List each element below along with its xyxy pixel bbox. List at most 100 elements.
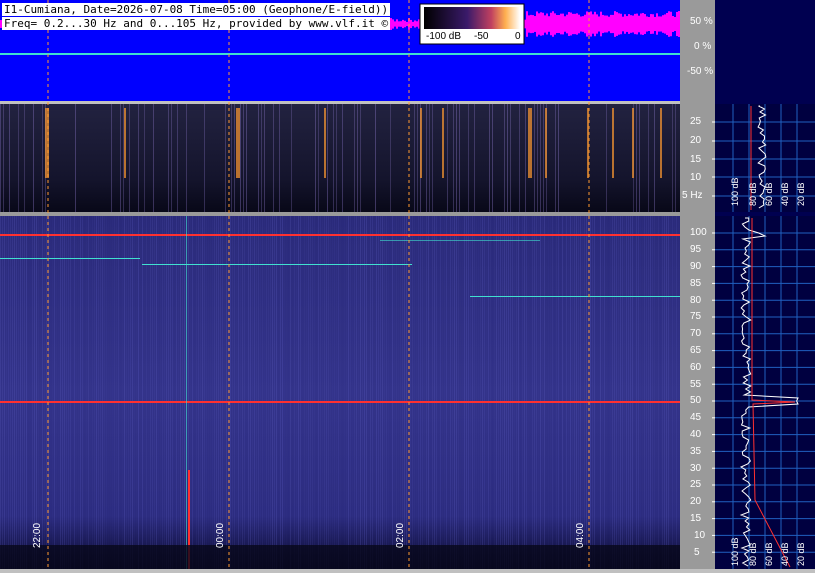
bottom-spectral-streak bbox=[342, 216, 343, 569]
noise-trace bbox=[608, 16, 610, 32]
bottom-spectral-streak bbox=[366, 216, 367, 569]
bottom-spectral-streak bbox=[214, 216, 215, 569]
bottom-spectral-streak bbox=[270, 216, 271, 569]
bottom-spectral-streak bbox=[604, 216, 605, 569]
mid-spectral-streak bbox=[153, 104, 154, 212]
mid-burst bbox=[420, 108, 422, 178]
bottom-spectral-streak bbox=[232, 216, 233, 569]
bottom-spectral-streak bbox=[456, 216, 457, 569]
noise-trace bbox=[654, 16, 656, 32]
bottom-spectral-streak bbox=[386, 216, 387, 569]
top-axis-label: 50 % bbox=[690, 16, 713, 27]
bottom-spectral-streak bbox=[446, 216, 447, 569]
bottom-spectral-streak bbox=[20, 216, 21, 569]
bottom-spectral-streak bbox=[428, 216, 429, 569]
mid-spectral-streak bbox=[138, 104, 139, 212]
bottom-spectral-streak bbox=[508, 216, 509, 569]
noise-trace bbox=[614, 11, 616, 37]
bottom-spectral-streak bbox=[476, 216, 477, 569]
bottom-spectral-streak bbox=[648, 216, 649, 569]
bottom-spectral-streak bbox=[276, 216, 277, 569]
bottom-spectral-streak bbox=[176, 216, 177, 569]
noise-trace bbox=[594, 11, 596, 37]
time-label: 22:00 bbox=[32, 522, 43, 548]
noise-trace bbox=[578, 14, 580, 34]
bottom-spectral-streak bbox=[94, 216, 95, 569]
bottom-spectral-streak bbox=[322, 216, 323, 569]
noise-trace bbox=[404, 20, 406, 28]
bottom-spectral-streak bbox=[546, 216, 547, 569]
mid-spectral-streak bbox=[273, 104, 274, 212]
mid-spectral-streak bbox=[417, 104, 418, 212]
bottom-spectral-streak bbox=[556, 216, 557, 569]
bottom-spectral-streak bbox=[308, 216, 309, 569]
bottom-spectral-streak bbox=[92, 216, 93, 569]
mid-spectral-streak bbox=[654, 104, 655, 212]
mid-spectral-streak bbox=[447, 104, 448, 212]
bottom-spectral-streak bbox=[668, 216, 669, 569]
station-header-line: I1-Cumiana, Date=2026-07-08 Time=05:00 (… bbox=[2, 3, 391, 16]
noise-trace bbox=[394, 21, 396, 27]
bottom-spectral-streak bbox=[336, 216, 337, 569]
bottom-spectral-streak bbox=[376, 216, 377, 569]
bottom-spectral-streak bbox=[416, 216, 417, 569]
noise-trace bbox=[602, 14, 604, 34]
bottom-spectral-streak bbox=[608, 216, 609, 569]
bottom-spectral-streak bbox=[676, 216, 677, 569]
mid-burst bbox=[660, 108, 662, 178]
noise-trace bbox=[598, 16, 600, 32]
bottom-spectral-streak bbox=[558, 216, 559, 569]
bottom-spectral-streak bbox=[284, 216, 285, 569]
bottom-axis-label: 40 bbox=[690, 429, 702, 440]
noise-trace bbox=[612, 14, 614, 34]
bottom-spectral-streak bbox=[582, 216, 583, 569]
bottom-spectral-streak bbox=[532, 216, 533, 569]
bottom-spectral-streak bbox=[172, 216, 173, 569]
noise-trace bbox=[622, 16, 624, 32]
bottom-spectral-streak bbox=[82, 216, 83, 569]
bottom-spectral-streak bbox=[300, 216, 301, 569]
bottom-spectral-streak bbox=[76, 216, 77, 569]
mid-spectral-streak bbox=[3, 104, 4, 212]
bottom-spectral-streak bbox=[662, 216, 663, 569]
mid-spectral-streak bbox=[246, 104, 247, 212]
bottom-spectral-streak bbox=[144, 216, 145, 569]
bottom-spectral-streak bbox=[96, 216, 97, 569]
bottom-spectral-streak bbox=[466, 216, 467, 569]
noise-trace bbox=[530, 14, 532, 34]
bottom-spectral-streak bbox=[384, 216, 385, 569]
noise-trace bbox=[676, 11, 678, 37]
bottom-spectral-streak bbox=[512, 216, 513, 569]
bottom-spectral-streak bbox=[184, 216, 185, 569]
noise-trace bbox=[628, 14, 630, 34]
mid-axis-label: 10 bbox=[690, 172, 702, 183]
mid-burst bbox=[632, 108, 634, 178]
noise-trace bbox=[412, 21, 414, 27]
bottom-axis-label: 5 bbox=[694, 547, 700, 558]
bottom-spectral-streak bbox=[372, 216, 373, 569]
noise-trace bbox=[636, 13, 638, 35]
bottom-spectral-streak bbox=[174, 216, 175, 569]
noise-trace bbox=[526, 11, 528, 37]
bottom-spectral-streak bbox=[630, 216, 631, 569]
bottom-spectral-streak bbox=[624, 216, 625, 569]
bottom-spectral-streak bbox=[90, 216, 91, 569]
bottom-spectral-streak bbox=[338, 216, 339, 569]
noise-trace bbox=[402, 19, 404, 29]
mid-spectral-streak bbox=[426, 104, 427, 212]
bottom-spectral-streak bbox=[234, 216, 235, 569]
mid-burst bbox=[47, 108, 49, 178]
signal-line bbox=[142, 264, 412, 265]
bottom-spectral-streak bbox=[108, 216, 109, 569]
mid-spectral-streak bbox=[432, 104, 433, 212]
bottom-spectral-streak bbox=[8, 216, 9, 569]
noise-trace bbox=[672, 15, 674, 33]
bottom-spectral-streak bbox=[330, 216, 331, 569]
mid-spectral-streak bbox=[474, 104, 475, 212]
bottom-spectral-streak bbox=[258, 216, 259, 569]
bottom-spectral-streak bbox=[198, 216, 199, 569]
bottom-spectral-streak bbox=[592, 216, 593, 569]
mid-spectral-streak bbox=[261, 104, 262, 212]
mid-axis-label: 15 bbox=[690, 154, 702, 165]
bottom-spectral-streak bbox=[240, 216, 241, 569]
